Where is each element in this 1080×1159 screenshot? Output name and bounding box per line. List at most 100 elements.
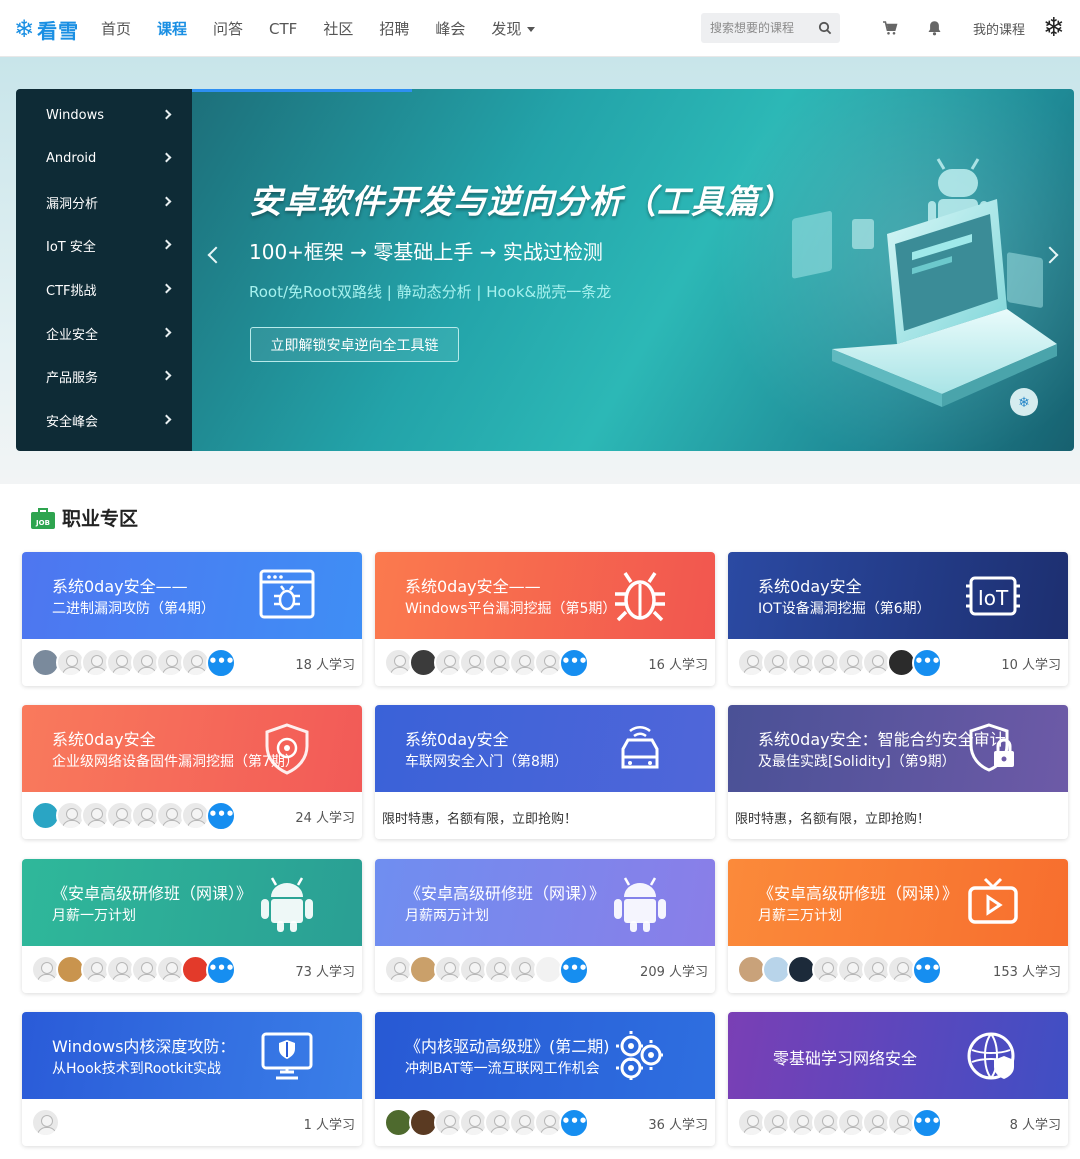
course-card[interactable]: 《安卓高级研修班（网课）》 月薪三万计划 ••• 153 人学习 [728,859,1068,993]
laptop-illustration-icon: ❄ [792,158,1057,416]
more-learners-icon[interactable]: ••• [912,1108,942,1138]
course-card-footer: 限时特惠，名额有限，立即抢购！ [728,792,1068,839]
nav-courses[interactable]: 课程 [157,18,187,39]
hero-banner[interactable]: 安卓软件开发与逆向分析（工具篇） 100+框架 → 零基础上手 → 实战过检测 … [192,89,1074,451]
course-card[interactable]: 系统0day安全 IOT设备漏洞挖掘（第6期） IoT ••• 10 人学习 [728,552,1068,686]
course-card-title: 《安卓高级研修班（网课）》 [758,884,959,903]
learner-count: 18 人学习 [295,658,355,673]
carousel-prev-icon[interactable] [207,246,225,264]
nav-community[interactable]: 社区 [323,18,353,39]
course-card[interactable]: 系统0day安全—— 二进制漏洞攻防（第4期） ••• 18 人学习 [22,552,362,686]
course-card[interactable]: 系统0day安全 企业级网络设备固件漏洞挖掘（第7期） ••• 24 人学习 [22,705,362,839]
course-card[interactable]: 《内核驱动高级班》(第二期) 冲刺BAT等一流互联网工作机会 ••• 36 人学习 [375,1012,715,1146]
banner-subtitle: 100+框架 → 零基础上手 → 实战过检测 [249,240,603,264]
sidebar-item-ctf[interactable]: CTF挑战 [16,267,192,311]
course-card[interactable]: 系统0day安全：智能合约安全审计 及最佳实践[Solidity]（第9期） 限时特… [728,705,1068,839]
nav-summit[interactable]: 峰会 [435,18,465,39]
chevron-right-icon [161,152,172,163]
learner-count: 209 人学习 [640,965,708,980]
course-card-subtitle: 冲刺BAT等一流互联网工作机会 [405,1061,600,1077]
search-icon[interactable] [818,21,832,35]
course-card-banner: 《安卓高级研修班（网课）》 月薪三万计划 [728,859,1068,946]
course-card[interactable]: 系统0day安全 车联网安全入门（第8期） 限时特惠，名额有限，立即抢购！ [375,705,715,839]
section-title: JOB 职业专区 [30,504,138,531]
bell-icon[interactable] [927,20,942,36]
search-input[interactable] [701,21,811,35]
course-card-footer: ••• 153 人学习 [728,946,1068,993]
course-card-title: 零基础学习网络安全 [773,1049,918,1068]
user-avatar-snowflake-icon[interactable]: ❄ [1043,14,1065,42]
nav-home[interactable]: 首页 [101,18,131,39]
more-learners-icon[interactable]: ••• [912,648,942,678]
sidebar-item-windows[interactable]: Windows [16,93,192,137]
globe-shield-icon [964,1028,1022,1088]
banner-cta-button[interactable]: 立即解锁安卓逆向全工具链 [250,327,459,362]
nav-discover-label: 发现 [491,20,522,38]
more-learners-icon[interactable]: ••• [206,801,236,831]
nav-ctf[interactable]: CTF [269,20,297,38]
learner-count: 73 人学习 [295,965,355,980]
sidebar-item-products[interactable]: 产品服务 [16,354,192,398]
site-logo[interactable]: ❄ 看雪 [14,14,79,44]
sidebar-item-summit[interactable]: 安全峰会 [16,398,192,442]
caret-down-icon [527,27,536,32]
learner-count: 16 人学习 [648,658,708,673]
chevron-right-icon [161,283,172,294]
course-card-subtitle: 月薪两万计划 [405,908,489,924]
more-learners-icon[interactable]: ••• [206,955,236,985]
sidebar-item-iot[interactable]: IoT 安全 [16,223,192,267]
course-card-subtitle: 从Hook技术到Rootkit实战 [52,1061,221,1077]
course-card-subtitle: 二进制漏洞攻防（第4期） [52,601,215,617]
more-learners-icon[interactable]: ••• [559,1108,589,1138]
course-card[interactable]: 《安卓高级研修班（网课）》 月薪两万计划 ••• 209 人学习 [375,859,715,993]
learner-count: 8 人学习 [1009,1118,1061,1133]
sidebar-item-android[interactable]: Android [16,136,192,180]
sidebar-item-label: 漏洞分析 [46,196,99,212]
sidebar-item-vuln-analysis[interactable]: 漏洞分析 [16,180,192,224]
monitor-shield-icon [258,1028,316,1088]
car-icon [611,721,669,781]
main-nav: 首页 课程 问答 CTF 社区 招聘 峰会 发现 [88,0,548,57]
course-card[interactable]: 系统0day安全—— Windows平台漏洞挖掘（第5期） ••• 16 人学习 [375,552,715,686]
course-card-footer: ••• 10 人学习 [728,639,1068,686]
course-card-footer: ••• 24 人学习 [22,792,362,839]
course-card-banner: Windows内核深度攻防： 从Hook技术到Rootkit实战 [22,1012,362,1099]
course-card[interactable]: 零基础学习网络安全 ••• 8 人学习 [728,1012,1068,1146]
sidebar-item-enterprise[interactable]: 企业安全 [16,311,192,355]
more-learners-icon[interactable]: ••• [912,955,942,985]
my-courses-link[interactable]: 我的课程 [973,19,1025,38]
logo-text: 看雪 [37,18,80,43]
course-card-title: 系统0day安全 [405,730,509,749]
nav-jobs[interactable]: 招聘 [379,18,409,39]
more-learners-icon[interactable]: ••• [559,955,589,985]
sidebar-item-label: Android [46,150,97,166]
course-card-footer: 1 人学习 [22,1099,362,1146]
nav-qa[interactable]: 问答 [213,18,243,39]
chevron-right-icon [161,109,172,120]
course-card-footer: ••• 8 人学习 [728,1099,1068,1146]
course-card-footer: ••• 73 人学习 [22,946,362,993]
course-card-title: 系统0day安全 [758,577,862,596]
course-card[interactable]: Windows内核深度攻防： 从Hook技术到Rootkit实战 1 人学习 [22,1012,362,1146]
course-card-banner: 系统0day安全：智能合约安全审计 及最佳实践[Solidity]（第9期） [728,705,1068,792]
course-card[interactable]: 《安卓高级研修班（网课）》 月薪一万计划 ••• 73 人学习 [22,859,362,993]
nav-discover[interactable]: 发现 [491,18,536,39]
snowflake-logo-icon: ❄ [14,15,36,43]
cart-icon[interactable] [882,20,898,36]
promo-text: 限时特惠，名额有限，立即抢购！ [382,812,578,827]
sidebar-item-label: 企业安全 [46,327,99,343]
more-learners-icon[interactable]: ••• [559,648,589,678]
course-card-subtitle: 及最佳实践[Solidity]（第9期） [758,754,956,770]
learner-count: 153 人学习 [993,965,1061,980]
sidebar-item-label: IoT 安全 [46,239,96,255]
course-card-title: 《内核驱动高级班》(第二期) [405,1037,610,1056]
course-card-footer: ••• 209 人学习 [375,946,715,993]
chevron-right-icon [161,196,172,207]
sidebar-item-label: 安全峰会 [46,414,99,430]
course-card-banner: 零基础学习网络安全 [728,1012,1068,1099]
more-learners-icon[interactable]: ••• [206,648,236,678]
shield-icon [258,721,316,781]
course-card-footer: ••• 18 人学习 [22,639,362,686]
course-card-banner: 《安卓高级研修班（网课）》 月薪两万计划 [375,859,715,946]
course-card-banner: 系统0day安全—— Windows平台漏洞挖掘（第5期） [375,552,715,639]
